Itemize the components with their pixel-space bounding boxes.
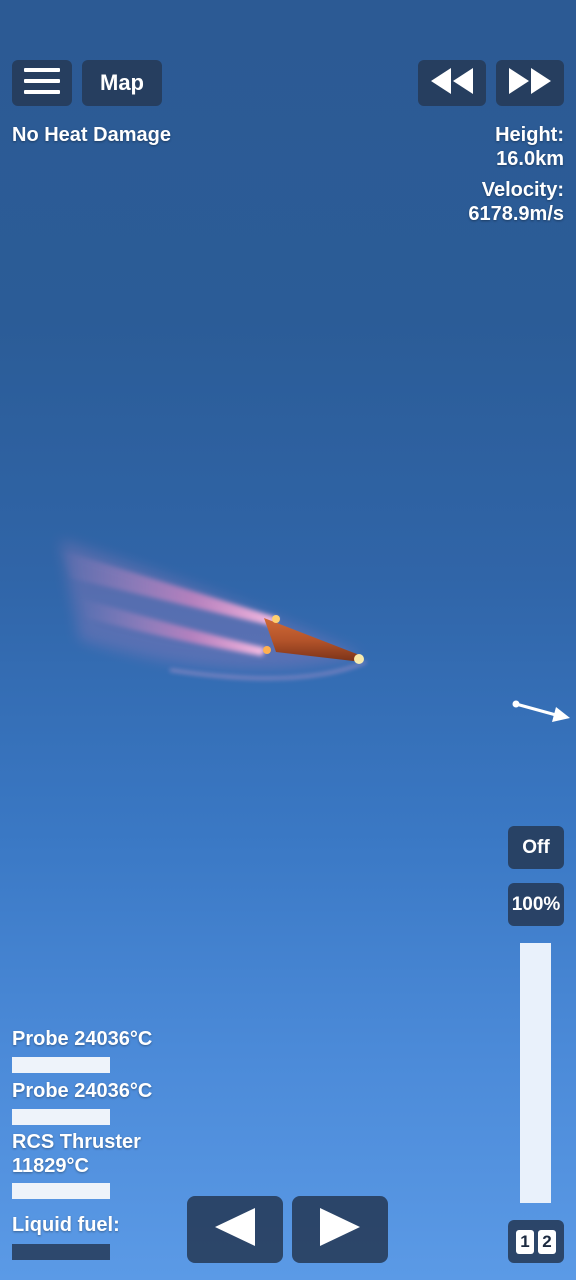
- part-name-rcs-thruster: RCS Thruster: [12, 1131, 141, 1153]
- rotate-right-button[interactable]: [292, 1196, 388, 1263]
- reentry-craft: [40, 520, 400, 700]
- stage-number-1: 1: [516, 1229, 534, 1254]
- rcs-toggle-button[interactable]: Off: [508, 826, 564, 869]
- fast-forward-icon: [509, 67, 551, 99]
- velocity-value: 6178.9m/s: [468, 203, 564, 225]
- direction-arrow-icon: [508, 694, 572, 726]
- stage-indicator[interactable]: 1 2: [508, 1220, 564, 1263]
- menu-button[interactable]: [12, 60, 72, 106]
- heat-damage-status: No Heat Damage: [12, 124, 171, 146]
- throttle-fill: [520, 943, 551, 1203]
- hamburger-menu-icon: [24, 67, 60, 100]
- nose-glow: [354, 654, 364, 664]
- height-value: 16.0km: [496, 148, 564, 170]
- rewind-button[interactable]: [418, 60, 486, 106]
- liquid-fuel-bar: [12, 1244, 110, 1260]
- engine-glow-upper: [272, 615, 280, 623]
- fast-forward-button[interactable]: [496, 60, 564, 106]
- stage-number-2: 2: [538, 1229, 556, 1254]
- liquid-fuel-label: Liquid fuel:: [12, 1214, 120, 1236]
- throttle-label: 100%: [508, 883, 564, 926]
- rewind-icon: [431, 67, 473, 99]
- part-name-probe-2: Probe 24036°C: [12, 1080, 153, 1102]
- triangle-left-icon: [215, 1208, 255, 1251]
- throttle-slider[interactable]: [520, 943, 551, 1203]
- height-label: Height:: [495, 124, 564, 146]
- part-name-probe-1: Probe 24036°C: [12, 1028, 153, 1050]
- part-health-bar-probe-1: [12, 1057, 110, 1073]
- map-button[interactable]: Map: [82, 60, 162, 106]
- part-health-bar-rcs-thruster: [12, 1183, 110, 1199]
- part-temperature-rcs-thruster: 11829°C: [12, 1155, 89, 1177]
- rotate-left-button[interactable]: [187, 1196, 283, 1263]
- part-health-bar-probe-2: [12, 1109, 110, 1125]
- velocity-label: Velocity:: [481, 179, 564, 201]
- triangle-right-icon: [320, 1208, 360, 1251]
- engine-glow-lower: [263, 646, 271, 654]
